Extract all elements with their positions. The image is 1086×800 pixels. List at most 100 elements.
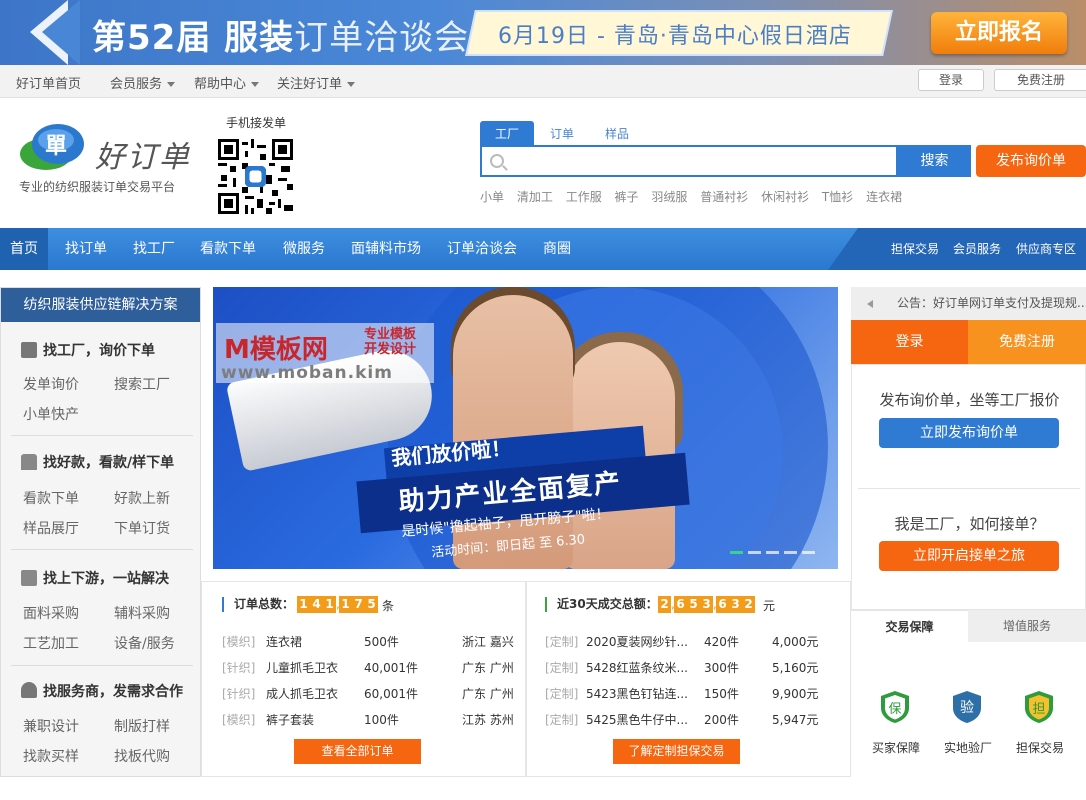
logo-icon[interactable]: 單 — [18, 122, 86, 172]
watermark-tag2: 开发设计 — [364, 342, 417, 357]
sidebar-link[interactable]: 小单快产 — [23, 404, 79, 424]
side-register-button[interactable]: 免费注册 — [968, 320, 1086, 364]
counter-digit: 3 — [700, 596, 713, 613]
nav-escrow[interactable]: 担保交易 — [891, 228, 939, 270]
carousel-dot[interactable] — [784, 551, 797, 554]
nav-find-orders[interactable]: 找订单 — [65, 228, 107, 270]
topnav-help[interactable]: 帮助中心 — [194, 73, 260, 92]
hot-keyword[interactable]: T恤衫 — [822, 190, 853, 204]
banner-title: 第52届 服装订单洽谈会 — [92, 10, 469, 59]
post-inquiry-button[interactable]: 发布询价单 — [976, 145, 1086, 177]
topnav-home[interactable]: 好订单首页 — [16, 73, 81, 92]
start-taking-orders-button[interactable]: 立即开启接单之旅 — [879, 541, 1059, 571]
deal-name[interactable]: 5425黑色牛仔中... — [586, 711, 688, 728]
deal-qty: 300件 — [704, 661, 739, 675]
announcement-bar[interactable]: 公告：好订单网订单支付及提现规... — [851, 287, 1086, 320]
hot-keyword[interactable]: 连衣裙 — [866, 190, 902, 204]
nav-business-circle[interactable]: 商圈 — [543, 228, 571, 270]
main-navbar: 首页 找订单 找工厂 看款下单 微服务 面辅料市场 订单洽谈会 商圈 担保交易 … — [0, 228, 1086, 270]
sidebar-link[interactable]: 找款买样 — [23, 746, 79, 766]
search-tab-order[interactable]: 订单 — [534, 121, 590, 147]
nav-micro-services[interactable]: 微服务 — [283, 228, 325, 270]
nav-member-services[interactable]: 会员服务 — [953, 228, 1001, 270]
carousel-dot[interactable] — [748, 551, 761, 554]
orders-title: 订单总数： — [222, 597, 294, 612]
hot-keyword[interactable]: 羽绒服 — [651, 190, 687, 204]
announcement-text[interactable]: 公告：好订单网订单支付及提现规... — [897, 296, 1086, 310]
order-name[interactable]: 成人抓毛卫衣 — [266, 685, 338, 702]
deal-name[interactable]: 5423黑色钉钻连... — [586, 685, 688, 702]
view-all-orders-button[interactable]: 查看全部订单 — [294, 739, 421, 764]
carousel-dot[interactable] — [730, 551, 743, 554]
divider — [858, 488, 1080, 489]
nav-fabric-market[interactable]: 面辅料市场 — [351, 228, 421, 270]
logo-text[interactable]: 好订单 — [95, 132, 191, 176]
quick-action-box: 发布询价单，坐等工厂报价 立即发布询价单 我是工厂，如何接单？ 立即开启接单之旅 — [851, 364, 1086, 610]
topnav-follow[interactable]: 关注好订单 — [277, 73, 356, 92]
deal-amount: 9,900元 — [772, 687, 819, 701]
order-name[interactable]: 儿童抓毛卫衣 — [266, 659, 338, 676]
deal-qty: 150件 — [704, 687, 739, 701]
sidebar-link[interactable]: 工艺加工 — [23, 633, 79, 653]
tab-value-added[interactable]: 增值服务 — [968, 610, 1086, 642]
sidebar-link[interactable]: 样品展厅 — [23, 518, 79, 538]
escrow-icon: 担 — [1025, 691, 1053, 723]
topnav-login-button[interactable]: 登录 — [918, 69, 984, 91]
carousel-dot[interactable] — [766, 551, 779, 554]
order-name[interactable]: 裤子套装 — [266, 711, 314, 728]
search-tab-factory[interactable]: 工厂 — [480, 121, 534, 147]
search-input[interactable] — [480, 145, 898, 177]
topnav-follow-label: 关注好订单 — [277, 77, 343, 92]
learn-escrow-button[interactable]: 了解定制担保交易 — [613, 739, 740, 764]
tab-trade-guarantee[interactable]: 交易保障 — [851, 610, 968, 642]
nav-browse-styles[interactable]: 看款下单 — [200, 228, 256, 270]
sidebar-link[interactable]: 辅料采购 — [114, 603, 170, 623]
orders-panel: 订单总数： 1 4 1,1 7 5 条 [模织] 连衣裙 500件 浙江 嘉兴 [针织]… — [201, 581, 526, 777]
sidebar-link[interactable]: 兼职设计 — [23, 716, 79, 736]
event-banner[interactable]: 第52届 服装订单洽谈会 6月19日 - 青岛·青岛中心假日酒店 立即报名 — [0, 0, 1086, 65]
hot-keyword[interactable]: 清加工 — [517, 190, 553, 204]
banner-title-sub: 订单洽谈会 — [294, 18, 470, 58]
sidebar-link[interactable]: 制版打样 — [114, 716, 170, 736]
sidebar-link[interactable]: 找板代购 — [114, 746, 170, 766]
buyer-protection-icon: 保 — [881, 691, 909, 723]
deals-title: 近30天成交总额： — [545, 597, 658, 612]
side-login-button[interactable]: 登录 — [851, 320, 968, 364]
banner-date: 6月19日 - 青岛·青岛中心假日酒店 — [498, 24, 852, 49]
sidebar-group-styles: 找好款，看款/样下单 看款下单 好款上新 样品展厅 下单订货 — [11, 436, 193, 550]
carousel-dot[interactable] — [802, 551, 815, 554]
sidebar-link[interactable]: 发单询价 — [23, 374, 79, 394]
banner-arrow-shadow — [42, 0, 80, 65]
sidebar-link[interactable]: 设备/服务 — [114, 633, 175, 653]
qr-label: 手机接发单 — [226, 116, 287, 130]
order-location: 江苏 苏州 — [462, 713, 514, 727]
nav-find-factories[interactable]: 找工厂 — [133, 228, 175, 270]
search-tab-sample[interactable]: 样品 — [590, 121, 644, 147]
sidebar-link[interactable]: 面料采购 — [23, 603, 79, 623]
order-name[interactable]: 连衣裙 — [266, 633, 302, 650]
search-button[interactable]: 搜索 — [898, 145, 971, 177]
order-qty: 500件 — [364, 635, 399, 649]
hot-keyword[interactable]: 休闲衬衫 — [761, 190, 809, 204]
sidebar-link[interactable]: 好款上新 — [114, 488, 170, 508]
deal-name[interactable]: 2020夏装网纱针... — [586, 633, 688, 650]
sidebar-link[interactable]: 下单订货 — [114, 518, 170, 538]
nav-home[interactable]: 首页 — [0, 228, 48, 270]
deal-name[interactable]: 5428红蓝条纹米... — [586, 659, 688, 676]
hot-keyword[interactable]: 小单 — [480, 190, 504, 204]
hot-keyword[interactable]: 裤子 — [615, 190, 639, 204]
deal-amount: 5,160元 — [772, 661, 819, 675]
top-navbar: 好订单首页 会员服务 帮助中心 关注好订单 登录 免费注册 — [0, 65, 1086, 98]
topnav-register-button[interactable]: 免费注册 — [994, 69, 1086, 91]
post-inquiry-now-button[interactable]: 立即发布询价单 — [879, 418, 1059, 448]
nav-supplier-zone[interactable]: 供应商专区 — [1016, 228, 1076, 270]
hot-keyword[interactable]: 工作服 — [566, 190, 602, 204]
counter-digit: 5 — [365, 596, 378, 613]
hot-keyword[interactable]: 普通衬衫 — [700, 190, 748, 204]
sidebar-link[interactable]: 看款下单 — [23, 488, 79, 508]
sidebar-link[interactable]: 搜索工厂 — [114, 374, 170, 394]
nav-order-fair[interactable]: 订单洽谈会 — [447, 228, 517, 270]
counter-digit: 3 — [729, 596, 742, 613]
topnav-member-services[interactable]: 会员服务 — [110, 73, 176, 92]
banner-register-button[interactable]: 立即报名 — [931, 12, 1067, 54]
